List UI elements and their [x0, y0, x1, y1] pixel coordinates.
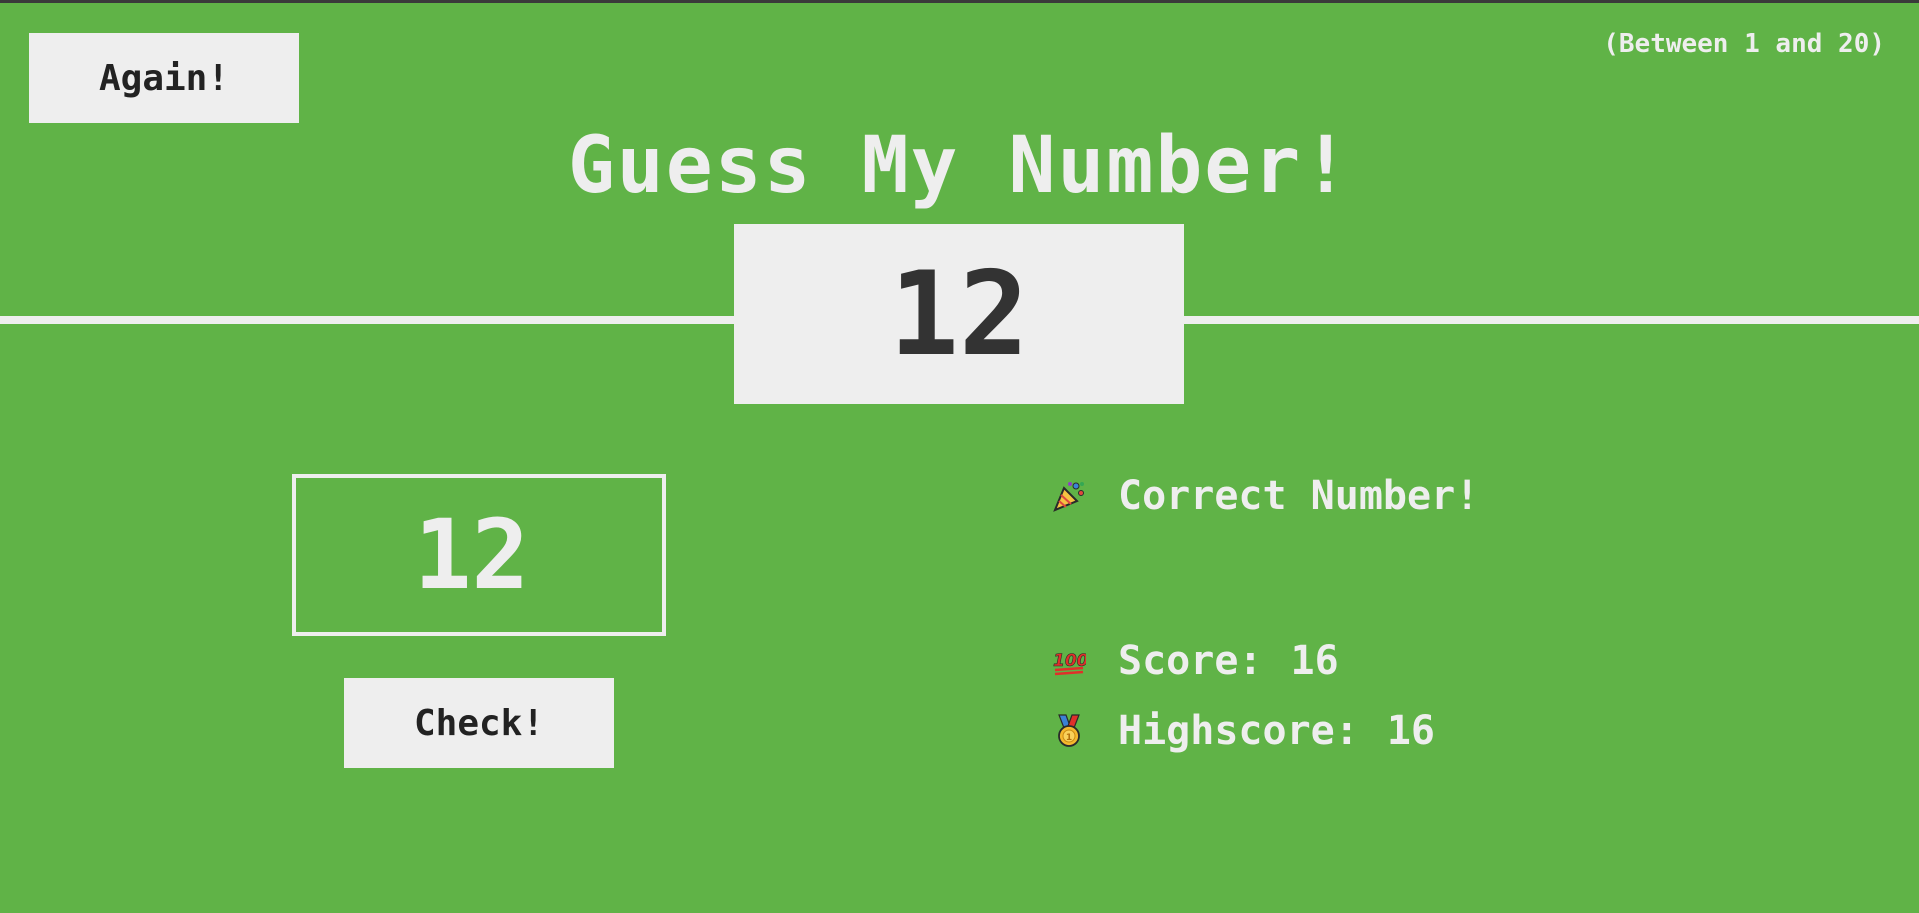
- highscore-row: 1 Highscore: 16: [1052, 708, 1435, 754]
- result-message: Correct Number!: [1118, 473, 1480, 519]
- again-button[interactable]: Again!: [29, 33, 299, 123]
- score-value: 16: [1290, 638, 1339, 684]
- party-popper-icon: [1052, 479, 1086, 513]
- check-button[interactable]: Check!: [344, 678, 614, 768]
- medal-icon: 1: [1052, 714, 1086, 748]
- highscore-value: 16: [1386, 708, 1435, 754]
- hundred-points-icon: 100: [1052, 644, 1086, 678]
- guess-input[interactable]: [292, 474, 666, 636]
- secret-number: 12: [889, 246, 1029, 382]
- score-label: Score:: [1118, 638, 1263, 684]
- svg-text:1: 1: [1066, 733, 1072, 743]
- page-title: Guess My Number!: [567, 121, 1352, 211]
- score-row: 100 Score: 16: [1052, 638, 1339, 684]
- highscore-label: Highscore:: [1118, 708, 1359, 754]
- secret-number-box: 12: [734, 224, 1184, 404]
- message-row: Correct Number!: [1052, 473, 1479, 519]
- range-hint: (Between 1 and 20): [1603, 29, 1885, 59]
